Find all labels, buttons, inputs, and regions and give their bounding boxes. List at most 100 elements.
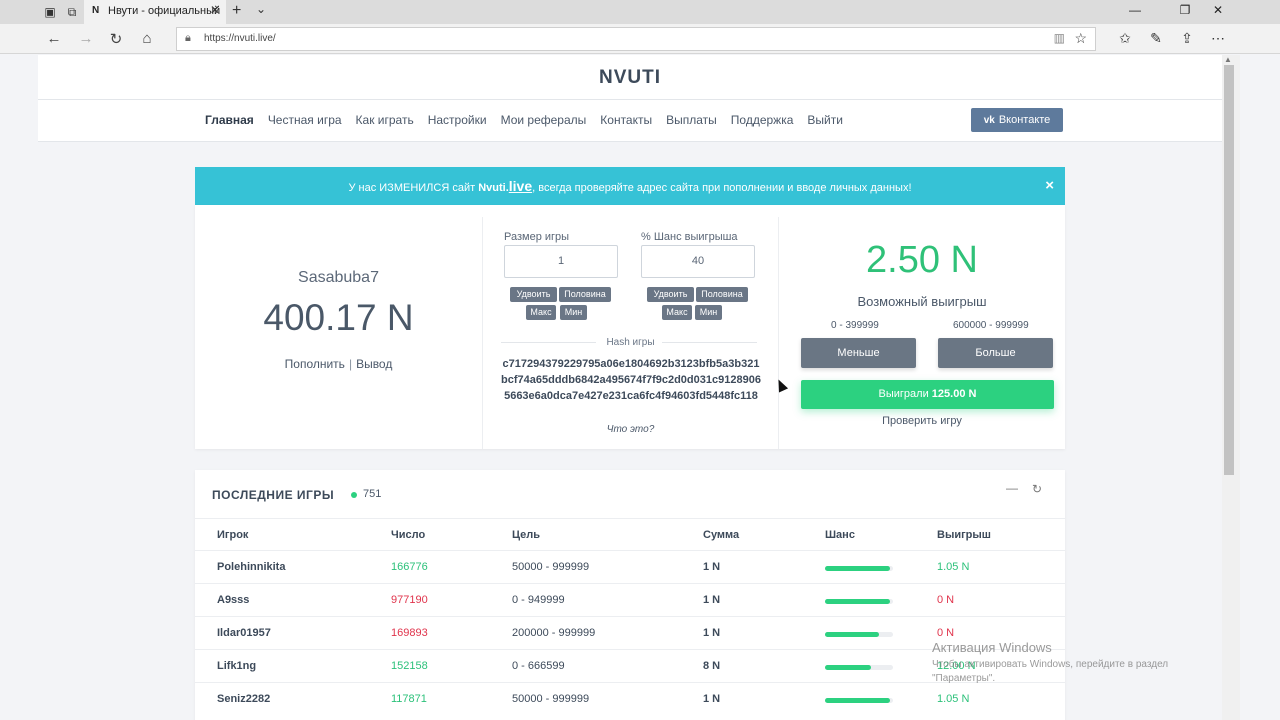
forward-icon[interactable]: → [76,30,96,47]
cell-payout: 1.05 N [937,693,970,705]
nav-settings[interactable]: Настройки [428,113,487,127]
nav-how-to-play[interactable]: Как играть [356,113,414,127]
url-field[interactable]: 🔒︎ https://nvuti.live/ ▥ ☆ [176,27,1096,51]
row-divider [195,616,1065,617]
minimize-icon[interactable]: — [1120,3,1150,17]
nav-fair-game[interactable]: Честная игра [268,113,342,127]
cell-number: 166776 [391,561,428,573]
size-max-button[interactable]: Макс [526,305,556,320]
balance: 400.17 N [263,297,414,338]
cell-amount: 1 N [703,693,721,705]
cell-number: 117871 [391,693,427,705]
column-header-amount: Сумма [703,529,740,541]
range-high: 600000 - 999999 [953,320,1029,331]
scrollbar-thumb[interactable] [1224,65,1234,475]
vk-button[interactable]: vk Вконтакте [971,108,1063,132]
back-icon[interactable]: ← [44,30,64,47]
bet-size-label: Размер игры [504,231,570,243]
cell-player: Lifk1ng [217,660,257,672]
share-icon[interactable]: ⇪ [1177,30,1197,47]
size-half-button[interactable]: Половина [559,287,611,302]
online-count: 751 [363,488,382,500]
row-divider [195,550,1065,551]
site-change-alert: У нас ИЗМЕНИЛСЯ сайт Nvuti.live, всегда … [195,167,1065,205]
window-close-icon[interactable]: ✕ [1203,3,1233,17]
cell-amount: 1 N [703,594,721,606]
cell-target: 50000 - 999999 [512,561,590,573]
web-note-icon[interactable]: ✎ [1146,30,1166,47]
bet-more-button[interactable]: Больше [938,338,1053,368]
close-tab-icon[interactable]: ✕ [210,3,220,17]
windows-activation-text: Чтобы активировать Windows, перейдите в … [932,659,1169,684]
win-chance-input[interactable]: 40 [641,245,755,278]
size-double-button[interactable]: Удвоить [510,287,557,302]
tab-list-chevron-icon[interactable]: ⌄ [256,2,266,16]
chance-max-button[interactable]: Макс [662,305,692,320]
hash-value: c717294379229795a06e1804692b3123bfb5a3b3… [501,358,761,402]
cell-payout: 1.05 N [937,561,970,573]
nav-contacts[interactable]: Контакты [600,113,652,127]
column-header-payout: Выигрыш [937,529,991,541]
chance-bar [825,599,893,604]
nav-home[interactable]: Главная [205,113,254,127]
cell-number: 169893 [391,627,428,639]
column-header-number: Число [391,529,426,541]
chance-half-button[interactable]: Половина [696,287,748,302]
new-tab-icon[interactable]: + [232,2,241,20]
header-divider [195,518,1065,519]
favorites-hub-icon[interactable]: ✩ [1115,30,1135,47]
size-min-button[interactable]: Мин [560,305,587,320]
chance-bar-fill [825,698,890,703]
chance-double-button[interactable]: Удвоить [647,287,694,302]
alert-suffix: , всегда проверяйте адрес сайта при попо… [532,182,912,194]
result-bar: Выиграли 125.00 N [801,380,1054,409]
windows-activation-title: Активация Windows [932,640,1052,655]
result-amount: 125.00 N [931,388,977,400]
browser-tab-bar: ▣ ⧉ N Нвути - официальный ✕ + ⌄ — ❐ ✕ [0,0,1280,24]
scroll-up-icon[interactable]: ▲ [1224,55,1232,64]
alert-brand: Nvuti. [478,182,509,194]
more-menu-icon[interactable]: ⋯ [1208,30,1228,47]
nav-payouts[interactable]: Выплаты [666,113,717,127]
cell-number: 977190 [391,594,428,606]
reload-icon[interactable]: ↻ [106,30,126,48]
cell-player: Ildar01957 [217,627,271,639]
what-is-it-link[interactable]: Что это? [483,424,778,435]
withdraw-link[interactable]: Вывод [356,357,392,371]
column-header-chance: Шанс [825,529,855,541]
verify-game-link[interactable]: Проверить игру [779,415,1065,427]
site-nav: Главная Честная игра Как играть Настройк… [38,100,1222,142]
bet-size-input[interactable]: 1 [504,245,618,278]
reading-view-icon[interactable]: ▥ [1054,31,1065,45]
vk-icon: vk [983,115,995,126]
hash-label: Hash игры [606,337,655,348]
tabs-aside-icon[interactable]: ▣ [42,4,58,20]
refresh-icon[interactable]: ↻ [1032,482,1042,496]
restore-icon[interactable]: ❐ [1170,3,1200,17]
home-icon[interactable]: ⌂ [137,30,157,47]
cell-amount: 1 N [703,627,721,639]
win-chance-label: % Шанс выигрыша [641,231,738,243]
deposit-link[interactable]: Пополнить [285,357,345,371]
nav-logout[interactable]: Выйти [807,113,843,127]
cell-payout: 0 N [937,627,955,639]
tab-preview-icon[interactable]: ⧉ [64,4,80,20]
collapse-icon[interactable]: — [1006,481,1018,495]
cell-amount: 1 N [703,561,721,573]
possible-win-label: Возможный выигрыш [857,294,987,309]
nav-support[interactable]: Поддержка [731,113,794,127]
url-text: https://nvuti.live/ [204,33,276,44]
cell-number: 152158 [391,660,428,672]
chance-min-button[interactable]: Мин [695,305,722,320]
bet-less-button[interactable]: Меньше [801,338,916,368]
account-links: Пополнить | Вывод [195,357,482,371]
alert-close-icon[interactable]: × [1045,167,1054,205]
page-scrollbar[interactable]: ▲ [1222,55,1240,720]
favorite-star-icon[interactable]: ☆ [1074,30,1087,47]
last-games-title: ПОСЛЕДНИЕ ИГРЫ [212,488,335,502]
site-logo[interactable]: NVUTI [599,67,661,88]
site-favicon-icon: N [92,5,100,16]
column-header-target: Цель [512,529,541,541]
nav-referrals[interactable]: Мои рефералы [501,113,587,127]
browser-tab[interactable]: N Нвути - официальный ✕ [84,0,226,24]
